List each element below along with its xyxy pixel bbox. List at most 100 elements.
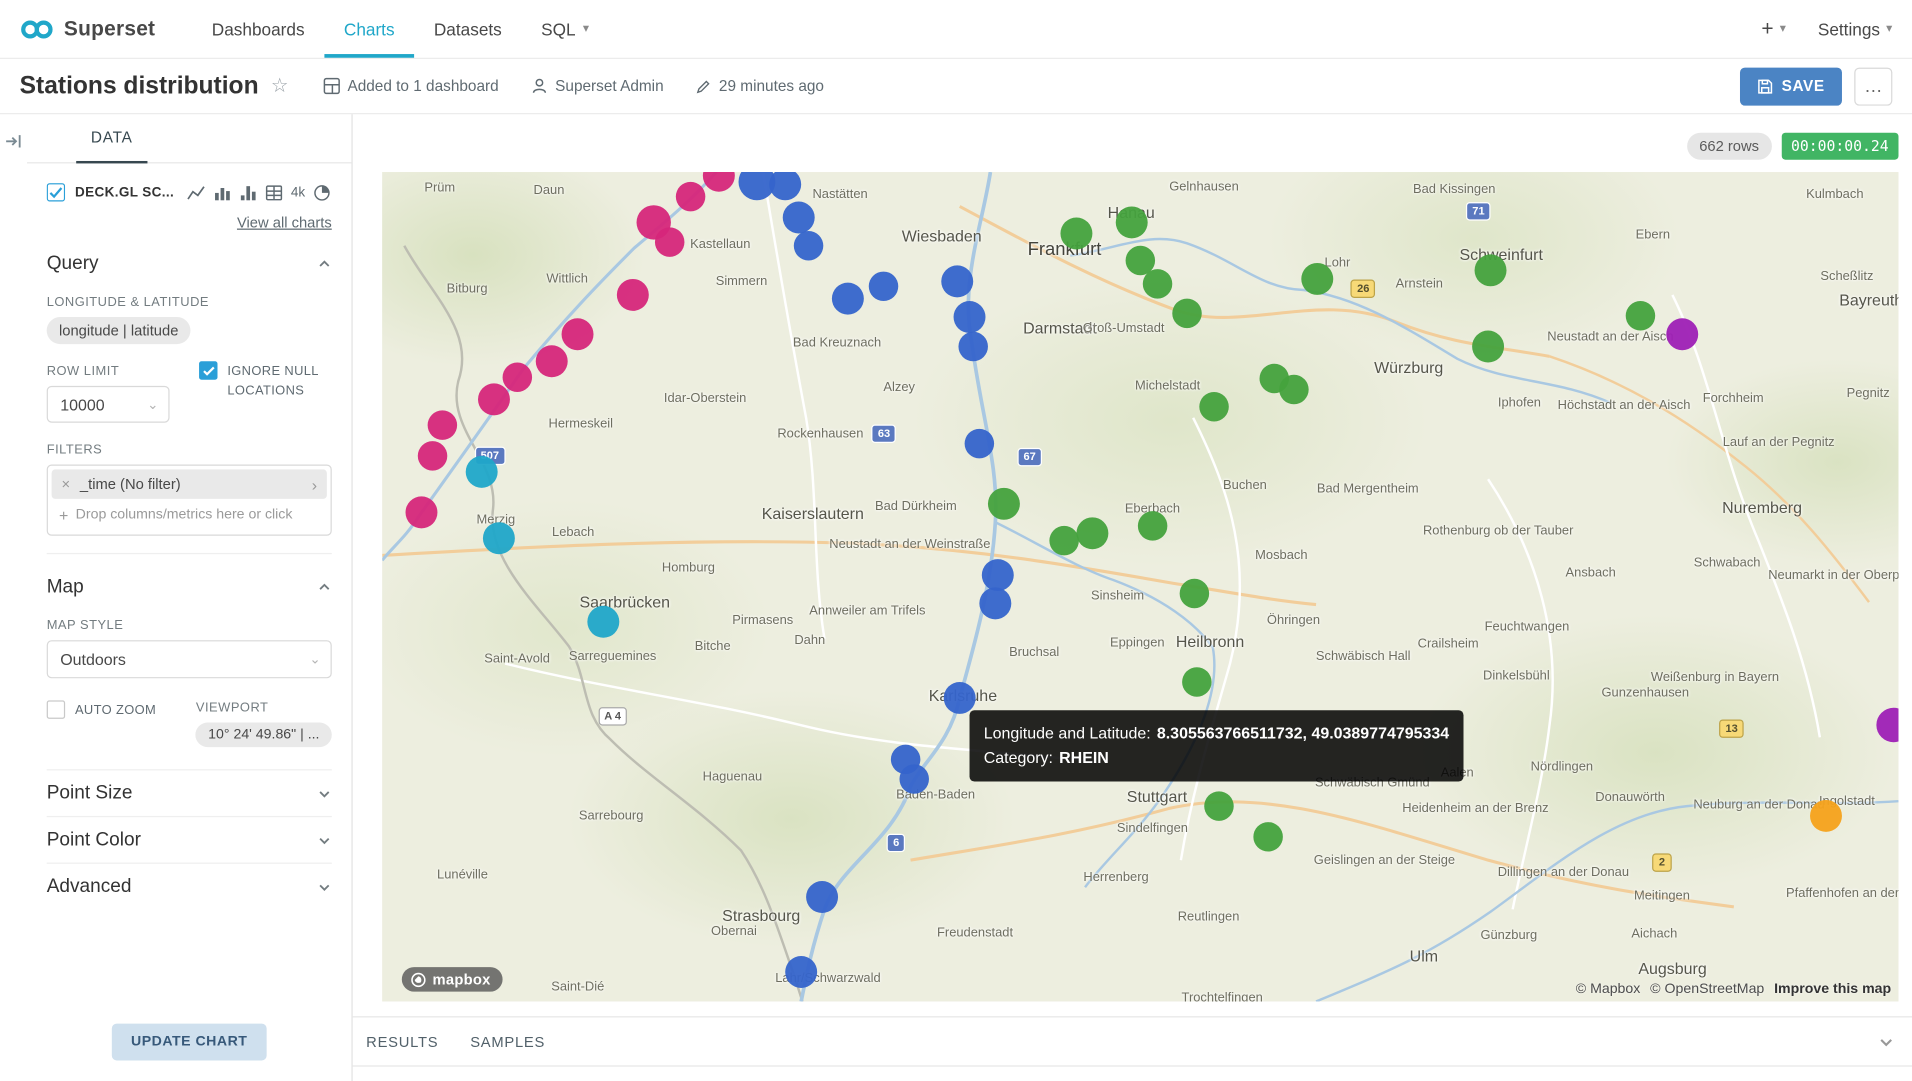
time-filter-chip[interactable]: × _time (No filter) › <box>52 469 327 498</box>
remove-filter-icon[interactable]: × <box>61 476 70 493</box>
map-point[interactable] <box>1180 579 1209 608</box>
map-point[interactable] <box>502 362 531 391</box>
nav-item-dashboards[interactable]: Dashboards <box>192 0 324 58</box>
query-section-header[interactable]: Query <box>47 253 332 275</box>
map-point[interactable] <box>656 227 685 256</box>
update-chart-button[interactable]: UPDATE CHART <box>111 1024 267 1061</box>
viz-type-label[interactable]: DECK.GL SC... <box>75 185 174 200</box>
owner-badge[interactable]: Superset Admin <box>531 77 664 94</box>
map-point[interactable] <box>783 202 815 234</box>
map-style-value: Outdoors <box>60 650 126 668</box>
map-point[interactable] <box>428 410 457 439</box>
map-point[interactable] <box>1475 255 1507 287</box>
map-point[interactable] <box>675 182 704 211</box>
nav-item-charts[interactable]: Charts <box>324 0 414 58</box>
map-point[interactable] <box>588 606 620 638</box>
nav-item-datasets[interactable]: Datasets <box>414 0 521 58</box>
favorite-star-icon[interactable]: ☆ <box>271 74 289 99</box>
section-point-size[interactable]: Point Size <box>47 769 332 816</box>
map-point[interactable] <box>1050 526 1079 555</box>
map-point[interactable] <box>944 682 976 714</box>
map-point[interactable] <box>979 587 1011 619</box>
map-point[interactable] <box>478 383 510 415</box>
selected-viz-checkbox-icon[interactable] <box>47 183 65 201</box>
dashboards-badge[interactable]: Added to 1 dashboard <box>323 77 499 94</box>
row-limit-select[interactable]: 10000 ⌄ <box>47 386 170 423</box>
map-point[interactable] <box>406 496 438 528</box>
map-point[interactable] <box>1173 298 1202 327</box>
map-point[interactable] <box>953 301 985 333</box>
save-button[interactable]: SAVE <box>1740 67 1842 105</box>
drop-columns-area[interactable]: + Drop columns/metrics here or click <box>52 499 327 531</box>
map-point[interactable] <box>806 881 838 913</box>
map-point[interactable] <box>1142 269 1171 298</box>
osm-attribution-link[interactable]: © OpenStreetMap <box>1650 982 1764 997</box>
map-point[interactable] <box>1302 263 1334 295</box>
map-point[interactable] <box>616 279 648 311</box>
map-point[interactable] <box>869 272 898 301</box>
section-advanced[interactable]: Advanced <box>47 863 332 910</box>
map-canvas[interactable]: PrümDaunNastättenGelnhausenBad Kissingen… <box>382 172 1898 1001</box>
map-point[interactable] <box>785 956 817 988</box>
chart-header: Stations distribution ☆ Added to 1 dashb… <box>0 59 1912 114</box>
more-options-button[interactable]: … <box>1854 67 1892 105</box>
tab-results[interactable]: RESULTS <box>366 1033 438 1050</box>
histogram-chart-icon[interactable] <box>239 184 256 201</box>
filters-box: × _time (No filter) › + Drop columns/met… <box>47 464 332 535</box>
superset-logo[interactable]: Superset <box>20 0 156 58</box>
ignore-null-label: IGNORE NULL LOCATIONS <box>227 361 331 401</box>
map-point[interactable] <box>466 455 498 487</box>
bar-chart-icon[interactable] <box>213 184 230 201</box>
caret-down-icon: ▾ <box>583 22 589 36</box>
map-point[interactable] <box>941 266 973 298</box>
viewport-value-chip[interactable]: 10° 24' 49.86" | ... <box>196 723 332 748</box>
map-point[interactable] <box>562 319 594 351</box>
section-point-color[interactable]: Point Color <box>47 816 332 863</box>
tab-data[interactable]: DATA <box>76 114 147 163</box>
lonlat-chip[interactable]: longitude | latitude <box>47 317 191 344</box>
map-point[interactable] <box>417 441 446 470</box>
map-point[interactable] <box>536 345 568 377</box>
map-point[interactable] <box>1204 791 1233 820</box>
map-point[interactable] <box>1076 518 1108 550</box>
mapbox-logo[interactable]: mapbox <box>402 967 503 992</box>
map-point[interactable] <box>988 488 1020 520</box>
map-style-select[interactable]: Outdoors ⌄ <box>47 640 332 678</box>
tab-samples[interactable]: SAMPLES <box>470 1033 545 1050</box>
collapse-results-icon[interactable] <box>1878 1033 1895 1050</box>
last-modified-badge[interactable]: 29 minutes ago <box>696 77 824 94</box>
new-item-button[interactable]: + ▾ <box>1761 17 1786 42</box>
map-point[interactable] <box>1138 511 1167 540</box>
map-point[interactable] <box>1666 319 1698 351</box>
map-point[interactable] <box>900 764 929 793</box>
map-point[interactable] <box>1061 217 1093 249</box>
map-point[interactable] <box>1182 667 1211 696</box>
map-point[interactable] <box>483 522 515 554</box>
map-point[interactable] <box>1115 207 1147 239</box>
view-all-charts-link[interactable]: View all charts <box>47 214 332 231</box>
line-chart-icon[interactable] <box>186 184 204 201</box>
viz-4k-icon[interactable]: 4k <box>291 185 305 200</box>
map-point[interactable] <box>1810 800 1842 832</box>
improve-map-link[interactable]: Improve this map <box>1774 982 1891 997</box>
nav-item-sql[interactable]: SQL▾ <box>521 0 608 58</box>
auto-zoom-checkbox[interactable] <box>47 700 65 718</box>
map-point[interactable] <box>965 429 994 458</box>
table-icon[interactable] <box>265 184 282 201</box>
settings-menu[interactable]: Settings ▾ <box>1818 19 1892 39</box>
collapse-panel-icon[interactable] <box>4 131 24 151</box>
pie-chart-icon[interactable] <box>314 184 331 201</box>
mapbox-attribution-link[interactable]: © Mapbox <box>1576 982 1641 997</box>
map-point[interactable] <box>959 331 988 360</box>
map-point[interactable] <box>1472 330 1504 362</box>
map-point[interactable] <box>1626 301 1655 330</box>
map-point[interactable] <box>1200 392 1229 421</box>
expand-filter-icon[interactable]: › <box>312 475 317 493</box>
map-point[interactable] <box>832 283 864 315</box>
map-point[interactable] <box>793 231 822 260</box>
map-section-header[interactable]: Map <box>47 576 332 598</box>
map-point[interactable] <box>1279 375 1308 404</box>
ignore-null-checkbox[interactable] <box>199 361 217 379</box>
map-point[interactable] <box>982 559 1014 591</box>
map-point[interactable] <box>1253 822 1282 851</box>
